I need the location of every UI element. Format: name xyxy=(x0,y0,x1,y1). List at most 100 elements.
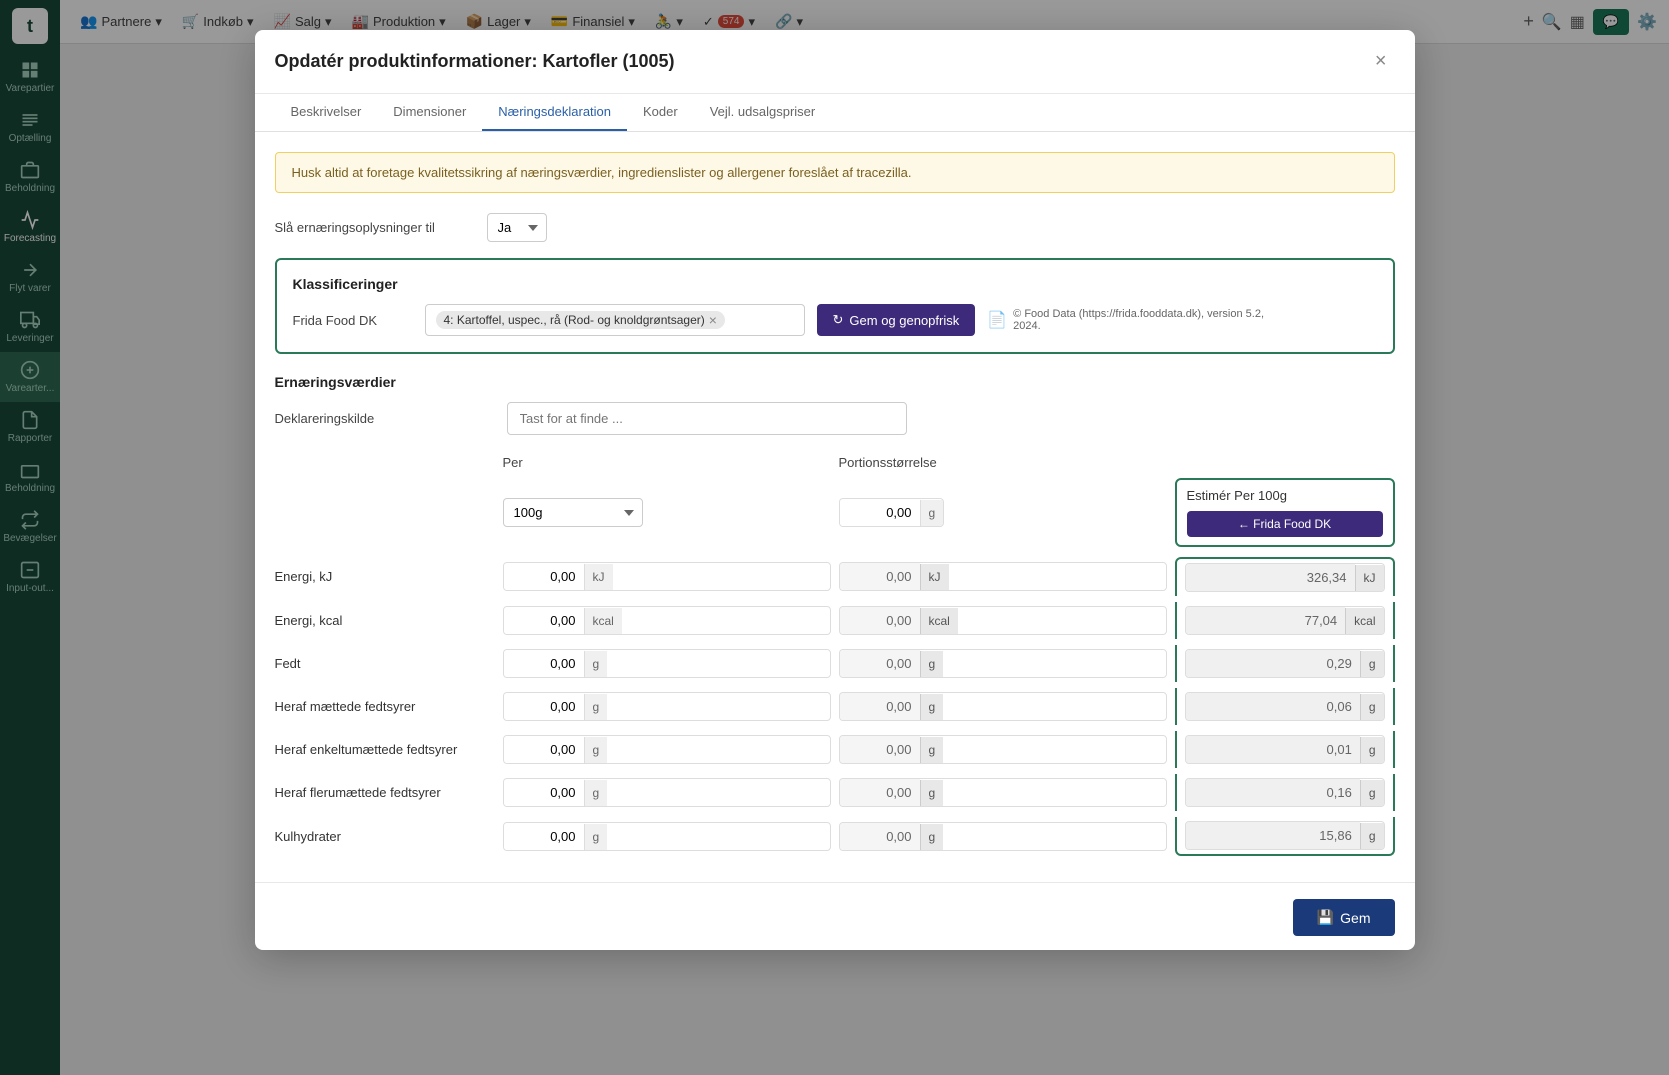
estimer-title: Estimér Per 100g xyxy=(1187,488,1383,503)
per-select[interactable]: 100g 1 stk xyxy=(503,498,643,527)
portion-input-2 xyxy=(840,650,920,677)
tab-naeringsdeklaration[interactable]: Næringsdeklaration xyxy=(482,94,627,131)
portion-unit-2: g xyxy=(920,651,944,677)
ernaeringsvaerdier-title: Ernæringsværdier xyxy=(275,374,1395,390)
frida-tag: 4: Kartoffel, uspec., rå (Rod- og knoldg… xyxy=(436,311,725,329)
col-per-header: Per xyxy=(503,455,831,470)
per-input-0[interactable] xyxy=(504,563,584,590)
portion-wrap-0: kJ xyxy=(839,562,1167,591)
klassificeringer-title: Klassificeringer xyxy=(293,276,1377,292)
nutrient-row: Heraf enkeltumættede fedtsyrer g g g xyxy=(275,731,1395,768)
tab-koder[interactable]: Koder xyxy=(627,94,694,131)
nutrient-rows: Energi, kJ kJ kJ kJ Energi, kcal kcal kc… xyxy=(275,557,1395,856)
portion-unit-0: kJ xyxy=(920,564,949,590)
col-portion-header: Portionsstørrelse xyxy=(839,455,1167,470)
save-icon: 💾 xyxy=(1317,909,1334,926)
deklareringskilde-input[interactable] xyxy=(507,402,907,435)
modal-title: Opdatér produktinformationer: Kartofler … xyxy=(275,51,675,72)
per-unit-4: g xyxy=(584,737,608,763)
portion-wrap-6: g xyxy=(839,822,1167,851)
per-input-2[interactable] xyxy=(504,650,584,677)
ernaeringsvaerdier-section: Ernæringsværdier Deklareringskilde Per P… xyxy=(275,374,1395,856)
per-input-wrap-2: g xyxy=(503,649,831,678)
estimer-input-5 xyxy=(1186,779,1360,806)
estimer-value-wrap-5: g xyxy=(1175,774,1395,811)
portion-unit: g xyxy=(920,500,944,526)
per-unit-1: kcal xyxy=(584,608,622,634)
portion-input-1 xyxy=(840,607,920,634)
nutrient-label: Fedt xyxy=(275,656,495,671)
per-input-wrap-6: g xyxy=(503,822,831,851)
estimer-input-4 xyxy=(1186,736,1360,763)
modal-dialog: Opdatér produktinformationer: Kartofler … xyxy=(255,30,1415,950)
nutrient-label: Energi, kJ xyxy=(275,569,495,584)
estimer-input-0 xyxy=(1186,564,1355,591)
per-input-wrap-5: g xyxy=(503,778,831,807)
nutrient-row: Heraf mættede fedtsyrer g g g xyxy=(275,688,1395,725)
nutrient-label: Heraf mættede fedtsyrer xyxy=(275,699,495,714)
frida-tag-remove[interactable]: × xyxy=(709,313,717,327)
per-unit-5: g xyxy=(584,780,608,806)
portion-unit-5: g xyxy=(920,780,944,806)
refresh-icon: ↻ xyxy=(833,312,844,328)
save-button[interactable]: 💾 Gem xyxy=(1293,899,1395,936)
estimer-input-1 xyxy=(1186,607,1346,634)
tab-beskrivelser[interactable]: Beskrivelser xyxy=(275,94,378,131)
estimer-unit-0: kJ xyxy=(1355,565,1384,591)
deklareringskilde-label: Deklareringskilde xyxy=(275,411,495,426)
estimer-input-3 xyxy=(1186,693,1360,720)
portion-unit-1: kcal xyxy=(920,608,958,634)
portion-unit-4: g xyxy=(920,737,944,763)
nutrition-header: Per Portionsstørrelse xyxy=(275,455,1395,470)
estimer-unit-3: g xyxy=(1360,694,1384,720)
nutrient-label: Energi, kcal xyxy=(275,613,495,628)
per-row: 100g 1 stk g Estimér Per 100g ← Frida F xyxy=(275,478,1395,547)
portion-input-0 xyxy=(840,563,920,590)
per-input-3[interactable] xyxy=(504,693,584,720)
estimer-unit-2: g xyxy=(1360,651,1384,677)
sla-ernaering-label: Slå ernæringsoplysninger til xyxy=(275,220,475,235)
tab-dimensioner[interactable]: Dimensioner xyxy=(377,94,482,131)
frida-tag-input[interactable]: 4: Kartoffel, uspec., rå (Rod- og knoldg… xyxy=(425,304,805,336)
nutrient-row: Fedt g g g xyxy=(275,645,1395,682)
copyright-icon: 📄 xyxy=(987,310,1007,330)
per-unit-2: g xyxy=(584,651,608,677)
per-unit-3: g xyxy=(584,694,608,720)
per-unit-0: kJ xyxy=(584,564,613,590)
estimer-frida-button[interactable]: ← Frida Food DK xyxy=(1187,511,1383,537)
estimer-value-wrap-6: g xyxy=(1175,817,1395,856)
portion-input-6 xyxy=(840,823,920,850)
modal-body: Husk altid at foretage kvalitetssikring … xyxy=(255,132,1415,882)
portion-input-4 xyxy=(840,736,920,763)
per-input-5[interactable] xyxy=(504,779,584,806)
portion-cell: g xyxy=(839,498,1167,527)
per-input-1[interactable] xyxy=(504,607,584,634)
portion-input[interactable] xyxy=(840,499,920,526)
modal-footer: 💾 Gem xyxy=(255,882,1415,950)
per-input-4[interactable] xyxy=(504,736,584,763)
estimer-input-2 xyxy=(1186,650,1360,677)
estimer-value-wrap-3: g xyxy=(1175,688,1395,725)
portion-unit-6: g xyxy=(920,824,944,850)
portion-wrap-1: kcal xyxy=(839,606,1167,635)
portion-wrap-4: g xyxy=(839,735,1167,764)
tab-udsalgspriser[interactable]: Vejl. udsalgspriser xyxy=(694,94,832,131)
estimer-unit-5: g xyxy=(1360,780,1384,806)
nutrient-row: Kulhydrater g g g xyxy=(275,817,1395,856)
nutrient-row: Heraf flerumættede fedtsyrer g g g xyxy=(275,774,1395,811)
portion-wrap-5: g xyxy=(839,778,1167,807)
estimer-unit-4: g xyxy=(1360,737,1384,763)
modal-close-button[interactable]: × xyxy=(1367,46,1395,77)
portion-wrap-2: g xyxy=(839,649,1167,678)
modal-overlay: Opdatér produktinformationer: Kartofler … xyxy=(0,0,1669,1075)
per-input-6[interactable] xyxy=(504,823,584,850)
sla-ernaering-select[interactable]: Ja Nej xyxy=(487,213,547,242)
estimer-input-6 xyxy=(1186,822,1360,849)
nutrient-row: Energi, kcal kcal kcal kcal xyxy=(275,602,1395,639)
per-input-wrap-1: kcal xyxy=(503,606,831,635)
gem-genopfrisk-button[interactable]: ↻ Gem og genopfrisk xyxy=(817,304,976,336)
save-label: Gem xyxy=(1340,910,1370,926)
per-input-wrap-3: g xyxy=(503,692,831,721)
copyright-text: © Food Data (https://frida.fooddata.dk),… xyxy=(1013,308,1267,332)
klassificeringer-box: Klassificeringer Frida Food DK 4: Kartof… xyxy=(275,258,1395,354)
